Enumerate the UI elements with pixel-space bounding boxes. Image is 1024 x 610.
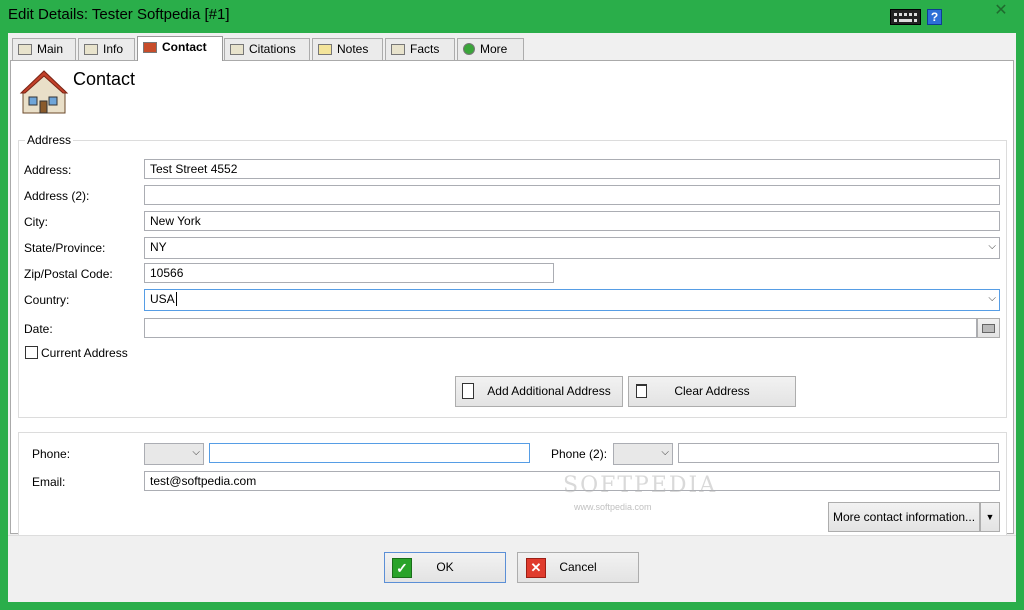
window-title: Edit Details: Tester Softpedia [#1] [8,6,230,23]
tab-more[interactable]: More [457,38,524,60]
ok-button[interactable]: ✓ OK [384,552,506,583]
clear-address-button[interactable]: Clear Address [628,376,796,407]
tab-label: Facts [410,42,440,56]
watermark-url: www.softpedia.com [574,502,652,512]
chevron-down-icon: ⌵ [988,293,996,304]
chevron-down-icon: ⌵ [988,241,996,252]
address-field[interactable]: Test Street 4552 [144,159,1000,179]
person-card-icon [18,44,32,55]
state-select[interactable]: NY ⌵ [144,237,1000,259]
phone-field[interactable] [209,443,530,463]
cancel-button[interactable]: ✕ Cancel [517,552,639,583]
tab-citations[interactable]: Citations [224,38,310,60]
dialog-footer: ✓ OK ✕ Cancel [8,535,1016,602]
tab-label: Citations [249,42,296,56]
more-contact-dropdown[interactable]: ▼ [980,502,1000,532]
address2-label: Address (2): [24,189,90,203]
phone2-label: Phone (2): [551,447,608,461]
title-bar: Edit Details: Tester Softpedia [#1] ? ✕ [0,0,1024,33]
email-label: Email: [32,475,66,489]
country-select[interactable]: USA ⌵ [144,289,1000,311]
city-label: City: [24,215,48,229]
address-label: Address: [24,163,72,177]
more-contact-button[interactable]: More contact information... [828,502,980,532]
tab-label: More [480,42,508,56]
page-title: Contact [73,69,136,89]
facts-icon [391,44,405,55]
phone-type-select[interactable]: ⌵ [144,443,204,465]
contact-panel: Contact Address Address: Test Street 455… [10,60,1014,535]
calendar-button[interactable] [977,318,1000,338]
state-label: State/Province: [24,241,106,255]
house-icon [143,42,157,53]
address-group: Address Address: Test Street 4552 Addres… [18,133,1007,418]
tab-facts[interactable]: Facts [385,38,455,60]
info-card-icon [84,44,98,55]
document-icon [462,383,474,399]
close-icon[interactable]: ✕ [986,0,1016,22]
phone2-field[interactable] [678,443,999,463]
date-field[interactable] [144,318,977,338]
chevron-down-icon: ⌵ [192,447,200,458]
tab-notes[interactable]: Notes [312,38,383,60]
cancel-icon: ✕ [526,558,546,578]
zip-field[interactable]: 10566 [144,263,554,283]
clear-address-label: Clear Address [674,384,750,398]
dialog-client: Main Info Contact Citations Notes Facts … [8,33,1016,602]
ok-label: OK [436,560,454,574]
city-field[interactable]: New York [144,211,1000,231]
plus-icon [463,43,475,55]
trash-icon [636,384,647,398]
phone-label: Phone: [32,447,71,461]
country-label: Country: [24,293,70,307]
current-address-checkbox[interactable] [25,346,38,359]
tab-info[interactable]: Info [78,38,135,60]
chevron-down-icon: ⌵ [661,447,669,458]
address-group-title: Address [25,133,74,147]
tab-label: Main [37,42,64,56]
tab-label: Notes [337,42,369,56]
tab-label: Info [103,42,124,56]
keyboard-icon[interactable] [890,9,921,25]
note-icon [318,44,332,55]
add-address-button[interactable]: Add Additional Address [455,376,623,407]
house-icon [19,70,69,114]
triangle-down-icon: ▼ [985,512,995,522]
tab-contact[interactable]: Contact [137,36,223,61]
checkmark-icon: ✓ [392,558,412,578]
watermark-text: SOFTPEDIA [563,473,718,498]
cancel-label: Cancel [559,560,597,574]
date-label: Date: [24,322,53,336]
state-value: NY [150,240,167,254]
phone2-type-select[interactable]: ⌵ [613,443,673,465]
country-value: USA [150,292,175,306]
zip-label: Zip/Postal Code: [24,267,113,281]
add-address-label: Add Additional Address [487,384,611,398]
tab-label: Contact [162,40,207,54]
help-icon[interactable]: ? [927,9,942,25]
tab-strip: Main Info Contact Citations Notes Facts … [8,33,1016,61]
calendar-icon [982,324,995,334]
citation-icon [230,44,244,55]
current-address-label: Current Address [41,346,128,360]
contact-group: Phone: ⌵ Phone (2): ⌵ Email: test@softpe… [18,432,1007,535]
address2-field[interactable] [144,185,1000,205]
tab-main[interactable]: Main [12,38,76,60]
